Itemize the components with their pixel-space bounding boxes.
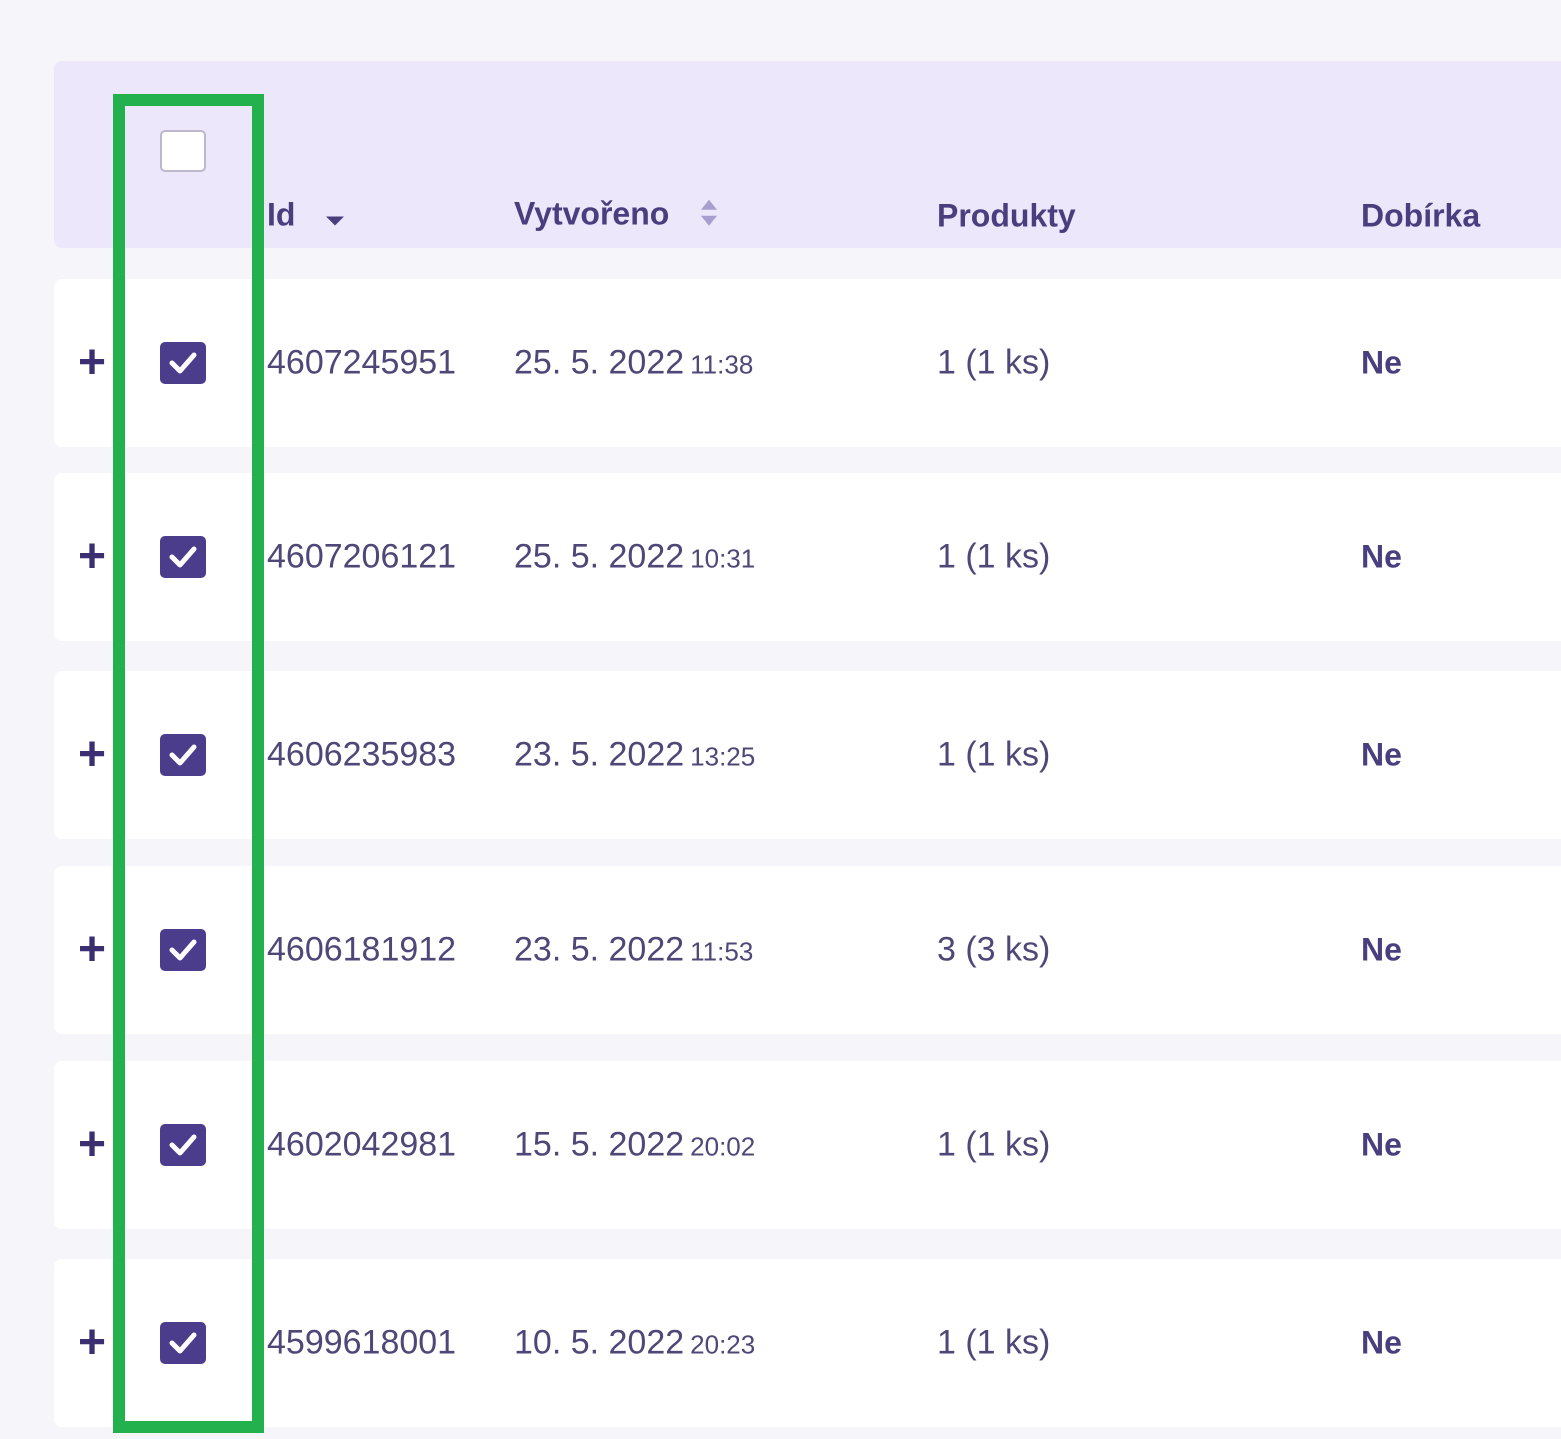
table-row[interactable]: +4599618001 10. 5. 2022 20:23 1 (1 ks) Ne (54, 1259, 1561, 1427)
order-created: 23. 5. 2022 11:53 (514, 931, 753, 970)
table-row[interactable]: +4606235983 23. 5. 2022 13:25 1 (1 ks) Ne (54, 671, 1561, 839)
order-cod: Ne (1361, 1126, 1402, 1163)
order-time: 13:25 (690, 741, 756, 772)
order-products: 1 (1 ks) (937, 1323, 1051, 1362)
order-id: 4607245951 (267, 343, 457, 382)
table-header: Id Vytvořeno Produkty Dobírka (54, 61, 1561, 248)
column-header-cod[interactable]: Dobírka (1361, 198, 1480, 235)
order-id: 4599618001 (267, 1323, 457, 1362)
order-id: 4606181912 (267, 930, 457, 969)
order-products: 1 (1 ks) (937, 343, 1051, 382)
order-created: 23. 5. 2022 13:25 (514, 736, 755, 775)
order-date: 15. 5. 2022 (514, 1125, 685, 1164)
row-checkbox[interactable] (160, 1124, 206, 1166)
order-cod: Ne (1361, 344, 1402, 381)
table-row[interactable]: +4607245951 25. 5. 2022 11:38 1 (1 ks) Ne (54, 279, 1561, 447)
order-products: 1 (1 ks) (937, 735, 1051, 774)
order-created: 25. 5. 2022 10:31 (514, 538, 755, 577)
order-created: 15. 5. 2022 20:02 (514, 1126, 755, 1165)
sort-updown-icon[interactable] (698, 196, 720, 236)
plus-icon[interactable]: + (78, 926, 106, 974)
plus-icon[interactable]: + (78, 339, 106, 387)
order-date: 23. 5. 2022 (514, 735, 685, 774)
table-row[interactable]: +4602042981 15. 5. 2022 20:02 1 (1 ks) Ne (54, 1061, 1561, 1229)
table-row[interactable]: +4606181912 23. 5. 2022 11:53 3 (3 ks) Ne (54, 866, 1561, 1034)
select-all-checkbox[interactable] (160, 130, 206, 172)
order-cod: Ne (1361, 736, 1402, 773)
order-cod: Ne (1361, 1324, 1402, 1361)
plus-icon[interactable]: + (78, 1319, 106, 1367)
caret-down-icon[interactable] (324, 199, 346, 236)
row-checkbox[interactable] (160, 342, 206, 384)
order-cod: Ne (1361, 931, 1402, 968)
order-date: 23. 5. 2022 (514, 930, 685, 969)
table-row[interactable]: +4607206121 25. 5. 2022 10:31 1 (1 ks) Ne (54, 473, 1561, 641)
order-id: 4606235983 (267, 735, 457, 774)
order-products: 1 (1 ks) (937, 1125, 1051, 1164)
column-header-id[interactable]: Id (267, 196, 346, 235)
order-id: 4607206121 (267, 537, 457, 576)
plus-icon[interactable]: + (78, 731, 106, 779)
order-id: 4602042981 (267, 1125, 457, 1164)
column-header-products[interactable]: Produkty (937, 198, 1076, 235)
order-products: 1 (1 ks) (937, 537, 1051, 576)
column-header-created[interactable]: Vytvořeno (514, 196, 720, 237)
order-date: 10. 5. 2022 (514, 1323, 685, 1362)
order-created: 10. 5. 2022 20:23 (514, 1324, 755, 1363)
order-cod: Ne (1361, 538, 1402, 575)
order-time: 10:31 (690, 543, 756, 574)
column-header-created-label: Vytvořeno (514, 195, 670, 232)
order-created: 25. 5. 2022 11:38 (514, 344, 753, 383)
order-time: 11:53 (690, 936, 754, 967)
column-header-id-label: Id (267, 196, 296, 233)
row-checkbox[interactable] (160, 929, 206, 971)
row-checkbox[interactable] (160, 536, 206, 578)
order-date: 25. 5. 2022 (514, 537, 685, 576)
order-products: 3 (3 ks) (937, 930, 1051, 969)
row-checkbox[interactable] (160, 1322, 206, 1364)
order-time: 11:38 (690, 349, 754, 380)
plus-icon[interactable]: + (78, 533, 106, 581)
row-checkbox[interactable] (160, 734, 206, 776)
order-date: 25. 5. 2022 (514, 343, 685, 382)
order-time: 20:02 (690, 1131, 756, 1162)
plus-icon[interactable]: + (78, 1121, 106, 1169)
order-time: 20:23 (690, 1329, 756, 1360)
